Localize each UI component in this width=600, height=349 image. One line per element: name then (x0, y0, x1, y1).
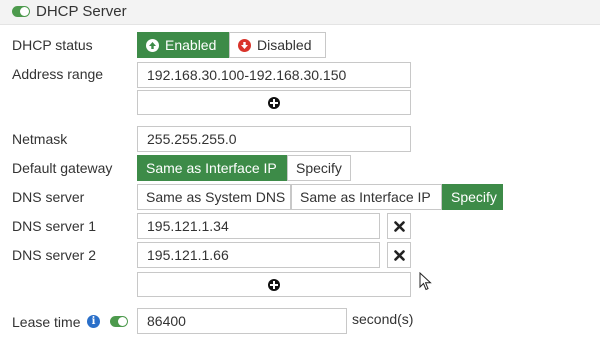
dhcp-status-disabled-label: Disabled (257, 37, 312, 53)
lease-time-label: Lease time (12, 314, 81, 330)
netmask-label: Netmask (12, 131, 68, 147)
dns-server-2-input[interactable]: 195.121.1.66 (137, 242, 380, 268)
netmask-input[interactable]: 255.255.255.0 (137, 126, 411, 152)
remove-dns-server-2-button[interactable] (387, 242, 411, 268)
default-gateway-label: Default gateway (12, 160, 113, 176)
dhcp-status-enabled-label: Enabled (165, 37, 217, 53)
address-range-label: Address range (12, 66, 104, 82)
dns-server-2-label: DNS server 2 (12, 247, 97, 263)
remove-dns-server-1-button[interactable] (387, 213, 411, 239)
dns-server-1-label: DNS server 1 (12, 218, 97, 234)
dns-specify-button[interactable]: Specify (442, 184, 503, 210)
dhcp-status-label: DHCP status (12, 37, 93, 53)
lease-time-unit: second(s) (352, 311, 414, 327)
gateway-specify-button[interactable]: Specify (287, 155, 351, 181)
dhcp-status-enabled-button[interactable]: Enabled (137, 32, 229, 58)
add-address-range-button[interactable] (137, 90, 411, 115)
close-icon (394, 250, 405, 261)
close-icon (394, 221, 405, 232)
arrow-up-circle-icon (146, 39, 159, 52)
info-icon[interactable]: i (87, 315, 100, 328)
dhcp-status-disabled-button[interactable]: Disabled (229, 32, 326, 58)
dns-server-1-input[interactable]: 195.121.1.34 (137, 213, 380, 239)
section-title: DHCP Server (36, 3, 127, 20)
plus-circle-icon (268, 278, 280, 291)
add-dns-server-button[interactable] (137, 272, 411, 297)
lease-time-toggle[interactable] (110, 316, 128, 327)
lease-time-input[interactable]: 86400 (137, 308, 347, 334)
address-range-input[interactable]: 192.168.30.100-192.168.30.150 (137, 62, 411, 88)
dhcp-server-toggle[interactable] (12, 6, 30, 17)
gateway-same-as-interface-button[interactable]: Same as Interface IP (137, 155, 287, 181)
plus-circle-icon (268, 96, 280, 109)
arrow-down-circle-icon (238, 39, 251, 52)
dns-server-label: DNS server (12, 189, 85, 205)
dns-same-as-system-button[interactable]: Same as System DNS (137, 184, 291, 210)
mouse-cursor-icon (419, 272, 432, 291)
dns-same-as-interface-button[interactable]: Same as Interface IP (291, 184, 442, 210)
